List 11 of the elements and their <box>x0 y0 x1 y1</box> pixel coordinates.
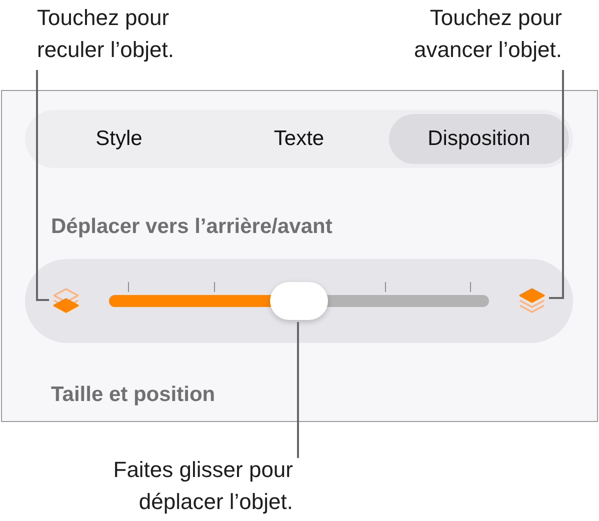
bring-forward-icon[interactable] <box>517 286 547 316</box>
tab[interactable]: Style <box>29 114 209 164</box>
slider-thumb[interactable] <box>270 282 328 320</box>
send-backward-icon[interactable] <box>51 286 81 316</box>
section-header: Taille et position <box>51 382 216 408</box>
tab[interactable]: Disposition <box>389 114 569 164</box>
callout-text: Faites glisser pour déplacer l’objet. <box>112 456 293 516</box>
callout-text: Touchez pour avancer l’objet. <box>414 4 562 64</box>
tab[interactable]: Texte <box>209 114 389 164</box>
callout-text: Touchez pour reculer l’objet. <box>37 4 174 64</box>
section-header: Déplacer vers l’arrière/avant <box>51 214 334 240</box>
